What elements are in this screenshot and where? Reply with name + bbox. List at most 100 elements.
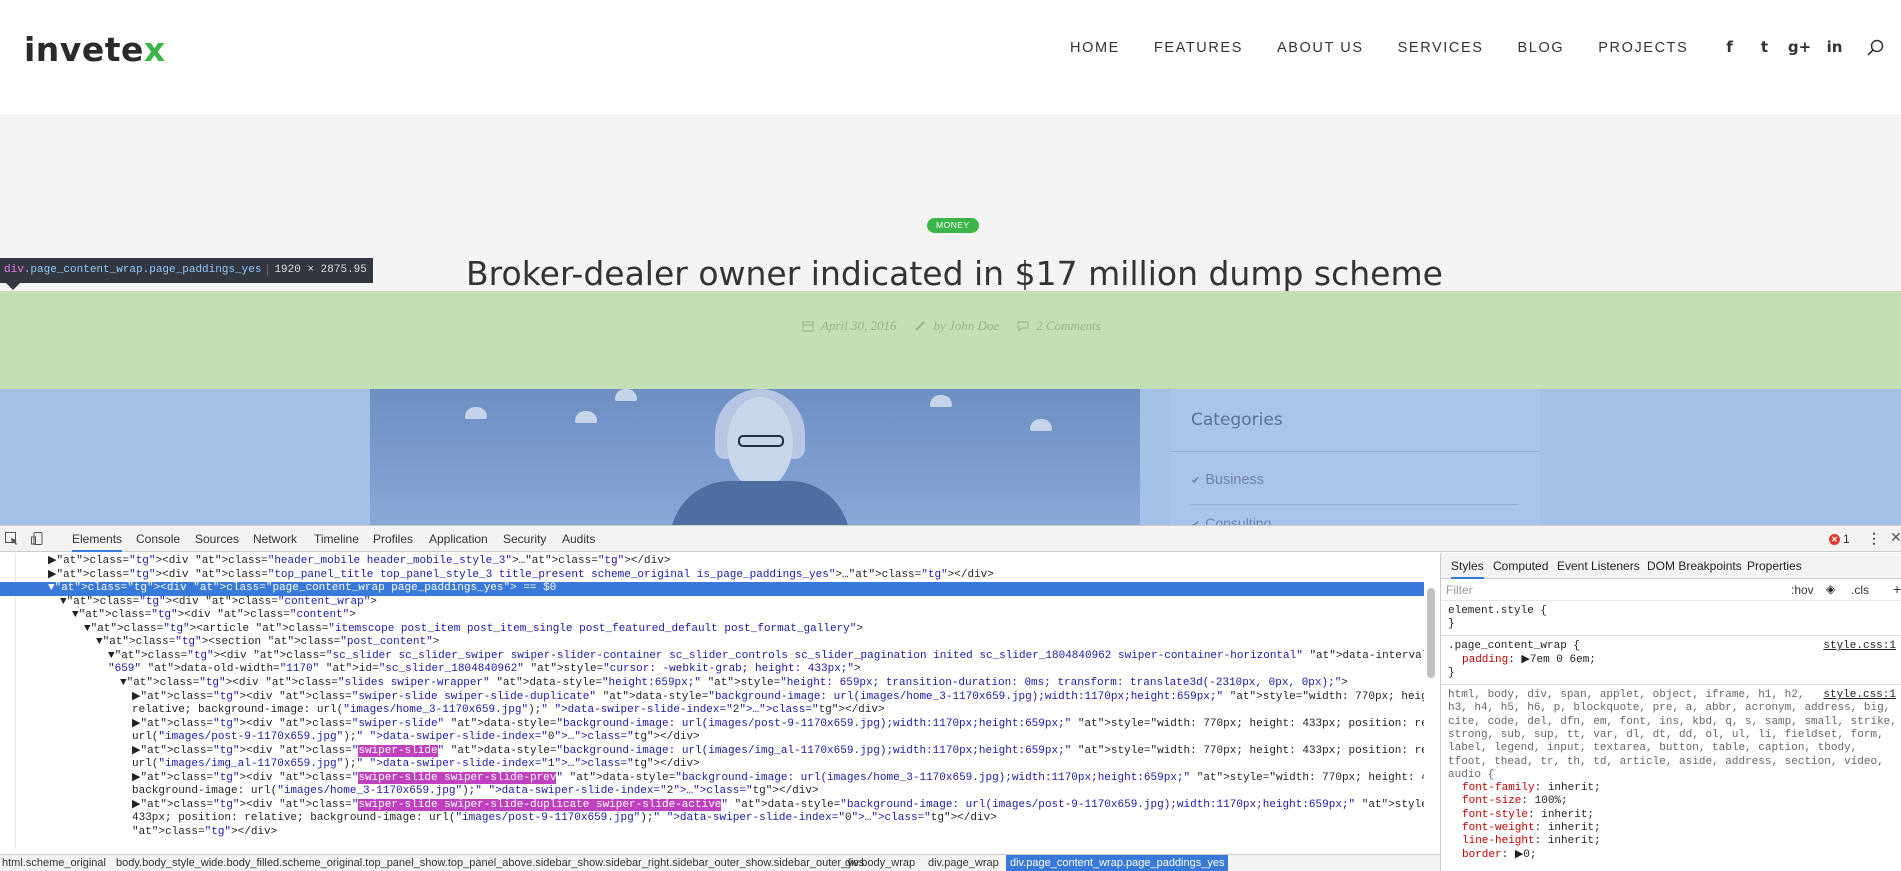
dom-line[interactable]: ▼"at">class="tg"><section "at">class="po…: [0, 636, 1424, 650]
nav-about-us[interactable]: ABOUT US: [1277, 40, 1364, 56]
cls-toggle[interactable]: .cls: [1851, 583, 1869, 597]
dom-line[interactable]: ▶"at">class="tg"><div "at">class="header…: [0, 555, 1424, 569]
rule2-source-link[interactable]: style.css:1: [1823, 689, 1896, 703]
tab-dom-breakpoints[interactable]: DOM Breakpoints: [1647, 553, 1742, 579]
dom-line[interactable]: "659" "at">data-old-width="1170" "at">id…: [0, 663, 1424, 677]
category-item-business[interactable]: ✔ Business: [1191, 472, 1264, 488]
css-declaration[interactable]: font-style: inherit;: [1462, 809, 1594, 823]
post-comments[interactable]: 2 Comments: [1017, 318, 1101, 334]
css-declaration[interactable]: font-family: inherit;: [1462, 782, 1601, 796]
site-logo[interactable]: invetex: [24, 30, 166, 69]
dom-line[interactable]: ▶"at">class="tg"><div "at">class="swiper…: [0, 718, 1424, 732]
search-icon[interactable]: [1866, 38, 1886, 58]
property-value: inherit;: [1547, 782, 1601, 795]
dom-line[interactable]: ▶"at">class="tg"><div "at">class="swiper…: [0, 744, 1424, 759]
google-plus-icon[interactable]: g+: [1782, 38, 1817, 56]
post-author[interactable]: by John Doe: [914, 318, 999, 334]
category-label: Consulting: [1205, 515, 1272, 525]
selector-line: h3, h4, h5, h6, p, blockquote, pre, a, a…: [1448, 702, 1891, 715]
nav-features[interactable]: FEATURES: [1154, 40, 1243, 56]
tab-network[interactable]: Network: [253, 526, 297, 552]
dom-line[interactable]: ▶"at">class="tg"><div "at">class="top_pa…: [0, 569, 1424, 583]
dom-line[interactable]: ▼"at">class="tg"><div "at">class="sc_sli…: [0, 650, 1424, 664]
breadcrumb-item[interactable]: div.page_wrap: [928, 855, 999, 871]
tab-styles[interactable]: Styles: [1451, 553, 1484, 579]
post-meta: April 30, 2016 by John Doe 2 Comments: [802, 318, 1101, 334]
tab-sources[interactable]: Sources: [195, 526, 239, 552]
facebook-icon[interactable]: f: [1712, 38, 1747, 56]
post-author-text: by John Doe: [933, 318, 1000, 333]
close-icon[interactable]: ✕: [1890, 529, 1901, 546]
dom-line[interactable]: ▶"at">class="tg"><div "at">class="swiper…: [0, 798, 1424, 813]
category-item-consulting[interactable]: ✔ Consulting: [1191, 515, 1271, 525]
rule1-source-link[interactable]: style.css:1: [1823, 640, 1896, 654]
rule1-selector[interactable]: .page_content_wrap {: [1448, 640, 1580, 654]
device-toolbar-icon[interactable]: [30, 531, 45, 546]
dom-line[interactable]: relative; background-image: url("images/…: [0, 704, 1424, 718]
color-format-icon[interactable]: ◈: [1826, 582, 1835, 596]
tab-profiles[interactable]: Profiles: [373, 526, 413, 552]
dom-line[interactable]: ▶"at">class="tg"><div "at">class="swiper…: [0, 771, 1424, 786]
dom-line[interactable]: ▼"at">class="tg"><div "at">class="conten…: [0, 609, 1424, 623]
dom-line[interactable]: ▼"at">class="tg"><article "at">class="it…: [0, 623, 1424, 637]
category-divider: [1191, 504, 1519, 505]
element-style-selector[interactable]: element.style {: [1448, 605, 1547, 619]
category-badge[interactable]: MONEY: [927, 218, 979, 233]
dom-line[interactable]: url("images/img_al-1170x659.jpg");" ">da…: [0, 758, 1424, 772]
tab-elements[interactable]: Elements: [72, 526, 123, 552]
dom-line[interactable]: 433px; position: relative; background-im…: [0, 812, 1424, 826]
css-declaration[interactable]: line-height: inherit;: [1462, 835, 1601, 849]
main-nav: HOME FEATURES ABOUT US SERVICES BLOG PRO…: [1070, 40, 1722, 56]
breadcrumb-item[interactable]: html.scheme_original: [2, 855, 106, 871]
more-options-icon[interactable]: ⋮: [1867, 530, 1881, 547]
error-counter[interactable]: ✕ 1: [1829, 532, 1850, 546]
webpage-viewport: invetex HOME FEATURES ABOUT US SERVICES …: [0, 0, 1901, 525]
styles-filter-input[interactable]: Filter: [1446, 583, 1473, 597]
inspect-element-icon[interactable]: [4, 531, 19, 546]
tab-timeline[interactable]: Timeline: [314, 526, 359, 552]
breadcrumb-item[interactable]: div.body_wrap: [845, 855, 915, 871]
linkedin-icon[interactable]: in: [1817, 38, 1852, 56]
css-declaration[interactable]: font-weight: inherit;: [1462, 822, 1601, 836]
tooltip-size: 1920 × 2875.95: [267, 264, 367, 276]
tab-properties[interactable]: Properties: [1747, 553, 1802, 579]
dom-scrollbar[interactable]: [1427, 588, 1435, 678]
rule1-declaration[interactable]: padding: ▶7em 0 6em;: [1462, 654, 1596, 668]
tab-application[interactable]: Application: [429, 526, 488, 552]
dom-line[interactable]: ▼"at">class="tg"><div "at">class="conten…: [0, 596, 1424, 610]
elements-dom-tree[interactable]: ▶"at">class="tg"><div "at">class="header…: [0, 553, 1424, 849]
dom-line[interactable]: background-image: url("images/home_3-117…: [0, 785, 1424, 799]
tab-event-listeners[interactable]: Event Listeners: [1557, 553, 1640, 579]
hov-toggle[interactable]: :hov: [1791, 583, 1814, 597]
property-name: font-style: [1462, 808, 1529, 821]
dom-line-selected[interactable]: ▼"at">class="tg"><div "at">class="page_c…: [0, 582, 1424, 596]
breadcrumb-item-active[interactable]: div.page_content_wrap.page_paddings_yes: [1006, 855, 1229, 871]
ceiling-lamp: [930, 395, 952, 407]
dom-line[interactable]: ▶"at">class="tg"><div "at">class="swiper…: [0, 691, 1424, 705]
nav-blog[interactable]: BLOG: [1518, 40, 1565, 56]
dom-line[interactable]: ▼"at">class="tg"><div "at">class="slides…: [0, 677, 1424, 691]
selector-line: label, legend, input, textarea, button, …: [1448, 742, 1858, 755]
featured-image-slider[interactable]: [370, 389, 1140, 525]
css-declaration[interactable]: font-size: 100%;: [1462, 795, 1568, 809]
nav-home[interactable]: HOME: [1070, 40, 1120, 56]
nav-services[interactable]: SERVICES: [1398, 40, 1484, 56]
tab-security[interactable]: Security: [503, 526, 546, 552]
property-value: inherit;: [1541, 808, 1595, 821]
nav-projects[interactable]: PROJECTS: [1598, 40, 1688, 56]
tab-console[interactable]: Console: [136, 526, 180, 552]
new-rule-icon[interactable]: +: [1893, 581, 1901, 597]
photo-person-body: [670, 481, 850, 525]
tab-computed[interactable]: Computed: [1493, 553, 1548, 579]
twitter-icon[interactable]: t: [1747, 38, 1782, 56]
dom-line[interactable]: url("images/post-9-1170x659.jpg");" ">da…: [0, 731, 1424, 745]
breadcrumb-item[interactable]: body.body_style_wide.body_filled.scheme_…: [116, 855, 864, 871]
category-label: Business: [1205, 472, 1265, 488]
property-value: 100%;: [1534, 795, 1568, 808]
selector-line: audio {: [1448, 768, 1495, 781]
dom-line[interactable]: "at">class="tg"></div>: [0, 826, 1424, 840]
ceiling-lamp: [615, 389, 637, 401]
css-declaration[interactable]: border: ▶0;: [1462, 849, 1536, 863]
post-date-text: April 30, 2016: [821, 318, 897, 333]
tab-audits[interactable]: Audits: [562, 526, 595, 552]
